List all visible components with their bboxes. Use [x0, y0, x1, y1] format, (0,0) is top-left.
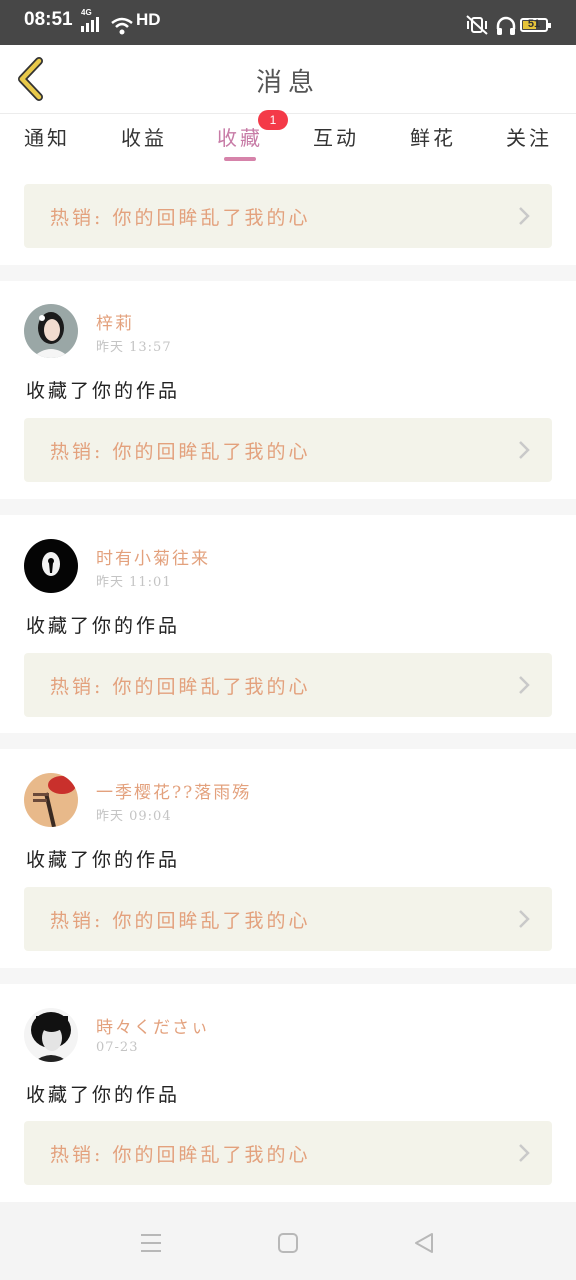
chevron-right-icon	[519, 676, 530, 694]
promo-text: 热销: 你的回眸乱了我的心	[50, 207, 311, 229]
timestamp: 07-23	[96, 1040, 139, 1055]
section-divider	[0, 733, 576, 749]
timestamp: 昨天 13:57	[96, 340, 172, 355]
tab-notifications[interactable]: 通知	[12, 122, 82, 151]
page-title: 消息	[255, 68, 320, 98]
hd-indicator: HD	[136, 10, 161, 29]
tab-earnings[interactable]: 收益	[109, 122, 179, 151]
action-text: 收藏了你的作品	[26, 380, 181, 402]
action-text: 收藏了你的作品	[26, 615, 181, 637]
avatar[interactable]	[24, 1008, 78, 1062]
battery-icon: 51	[520, 18, 551, 32]
promo-text: 热销: 你的回眸乱了我的心	[50, 676, 311, 698]
work-link[interactable]: 热销: 你的回眸乱了我的心	[24, 653, 552, 717]
action-text: 收藏了你的作品	[26, 1084, 181, 1106]
tab-flowers[interactable]: 鲜花	[398, 122, 468, 151]
battery-level: 51	[527, 18, 541, 30]
menu-button[interactable]	[138, 1230, 164, 1256]
section-divider	[0, 499, 576, 515]
unread-badge: 1	[258, 110, 288, 130]
vibrate-mute-icon	[466, 15, 488, 35]
user-name[interactable]: 时有小菊往来	[96, 544, 210, 569]
back-nav-button[interactable]	[411, 1230, 437, 1256]
tab-interactions[interactable]: 互动	[301, 122, 371, 151]
chevron-right-icon	[519, 441, 530, 459]
avatar[interactable]	[24, 304, 78, 358]
wifi-icon	[111, 17, 133, 35]
headphones-icon	[496, 16, 516, 35]
app-header: 消息	[0, 45, 576, 114]
work-link[interactable]: 热销: 你的回眸乱了我的心	[24, 1121, 552, 1185]
chevron-right-icon	[519, 207, 530, 225]
user-name[interactable]: 一季樱花??落雨殇	[96, 778, 251, 803]
chevron-right-icon	[519, 910, 530, 928]
status-time: 08:51	[24, 9, 73, 30]
promo-banner[interactable]: 热销: 你的回眸乱了我的心	[24, 184, 552, 248]
tab-following[interactable]: 关注	[494, 122, 564, 151]
work-link[interactable]: 热销: 你的回眸乱了我的心	[24, 418, 552, 482]
home-button[interactable]	[275, 1230, 301, 1256]
active-tab-indicator	[224, 157, 256, 161]
timestamp: 昨天 11:01	[96, 575, 172, 590]
action-text: 收藏了你的作品	[26, 849, 181, 871]
chevron-right-icon	[519, 1144, 530, 1162]
status-bar: 08:51 4G HD 51	[0, 0, 576, 45]
user-name[interactable]: 梓莉	[96, 309, 134, 334]
avatar[interactable]	[24, 539, 78, 593]
avatar[interactable]	[24, 773, 78, 827]
promo-text: 热销: 你的回眸乱了我的心	[50, 441, 311, 463]
promo-text: 热销: 你的回眸乱了我的心	[50, 1144, 311, 1166]
section-divider	[0, 265, 576, 281]
work-link[interactable]: 热销: 你的回眸乱了我的心	[24, 887, 552, 951]
user-name[interactable]: 時々くださぃ	[96, 1013, 210, 1038]
signal-icon: 4G	[81, 8, 99, 32]
promo-text: 热销: 你的回眸乱了我的心	[50, 910, 311, 932]
tab-bar: 通知 收益 收藏 互动 鲜花 关注	[0, 114, 576, 164]
system-nav-bar	[0, 1202, 576, 1280]
section-divider	[0, 968, 576, 984]
timestamp: 昨天 09:04	[96, 809, 172, 824]
network-type: 4G	[81, 8, 92, 17]
